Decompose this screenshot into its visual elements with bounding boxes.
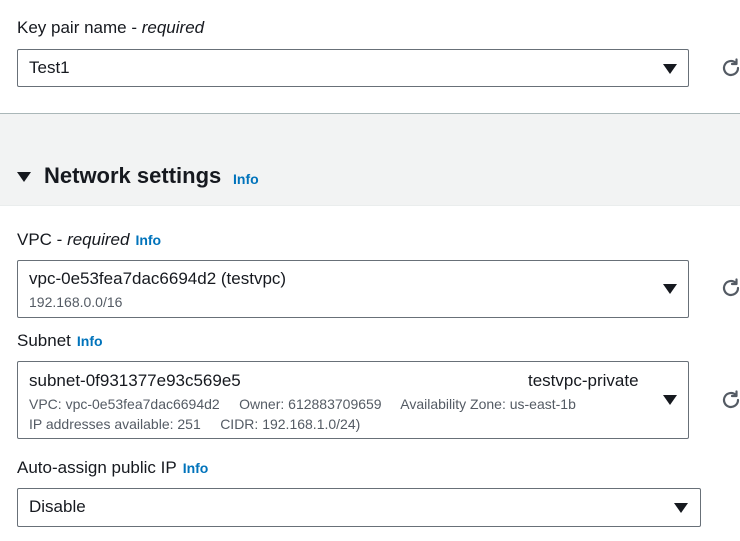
caret-down-icon	[663, 64, 677, 74]
network-settings-header[interactable]: Network settings Info	[17, 163, 337, 193]
expand-triangle-icon	[17, 172, 31, 182]
network-info-link[interactable]: Info	[233, 171, 259, 187]
public-ip-value: Disable	[29, 497, 86, 516]
refresh-icon[interactable]	[720, 277, 740, 299]
caret-down-icon	[663, 395, 677, 405]
caret-down-icon	[663, 284, 677, 294]
public-ip-label: Auto-assign public IP Info	[17, 458, 209, 477]
vpc-cidr: 192.168.0.0/16	[29, 294, 123, 310]
public-ip-select[interactable]: Disable	[17, 488, 701, 527]
refresh-icon[interactable]	[720, 389, 740, 411]
key-pair-select[interactable]: Test1	[17, 49, 689, 87]
public-ip-info-link[interactable]: Info	[183, 460, 209, 476]
refresh-icon[interactable]	[720, 57, 740, 79]
caret-down-icon	[674, 503, 688, 513]
key-pair-value: Test1	[29, 58, 70, 77]
vpc-label: VPC - required Info	[17, 230, 162, 249]
required-tag: required	[141, 18, 205, 37]
network-settings-title: Network settings	[44, 163, 222, 188]
vpc-value: vpc-0e53fea7dac6694d2 (testvpc)	[29, 269, 287, 288]
subnet-select[interactable]: subnet-0f931377e93c569e5 testvpc-private…	[17, 361, 689, 439]
subnet-value: subnet-0f931377e93c569e5	[29, 371, 241, 390]
required-tag: required	[67, 230, 130, 249]
subnet-details-line1: VPC: vpc-0e53fea7dac6694d2 Owner: 612883…	[29, 396, 576, 412]
subnet-details-line2: IP addresses available: 251 CIDR: 192.16…	[29, 416, 361, 432]
subnet-label: Subnet Info	[17, 331, 103, 350]
key-pair-label: Key pair name - required	[17, 18, 205, 37]
subnet-info-link[interactable]: Info	[77, 333, 103, 349]
vpc-info-link[interactable]: Info	[135, 232, 161, 248]
subnet-name-tag: testvpc-private	[528, 371, 639, 390]
vpc-select[interactable]: vpc-0e53fea7dac6694d2 (testvpc) 192.168.…	[17, 260, 689, 318]
